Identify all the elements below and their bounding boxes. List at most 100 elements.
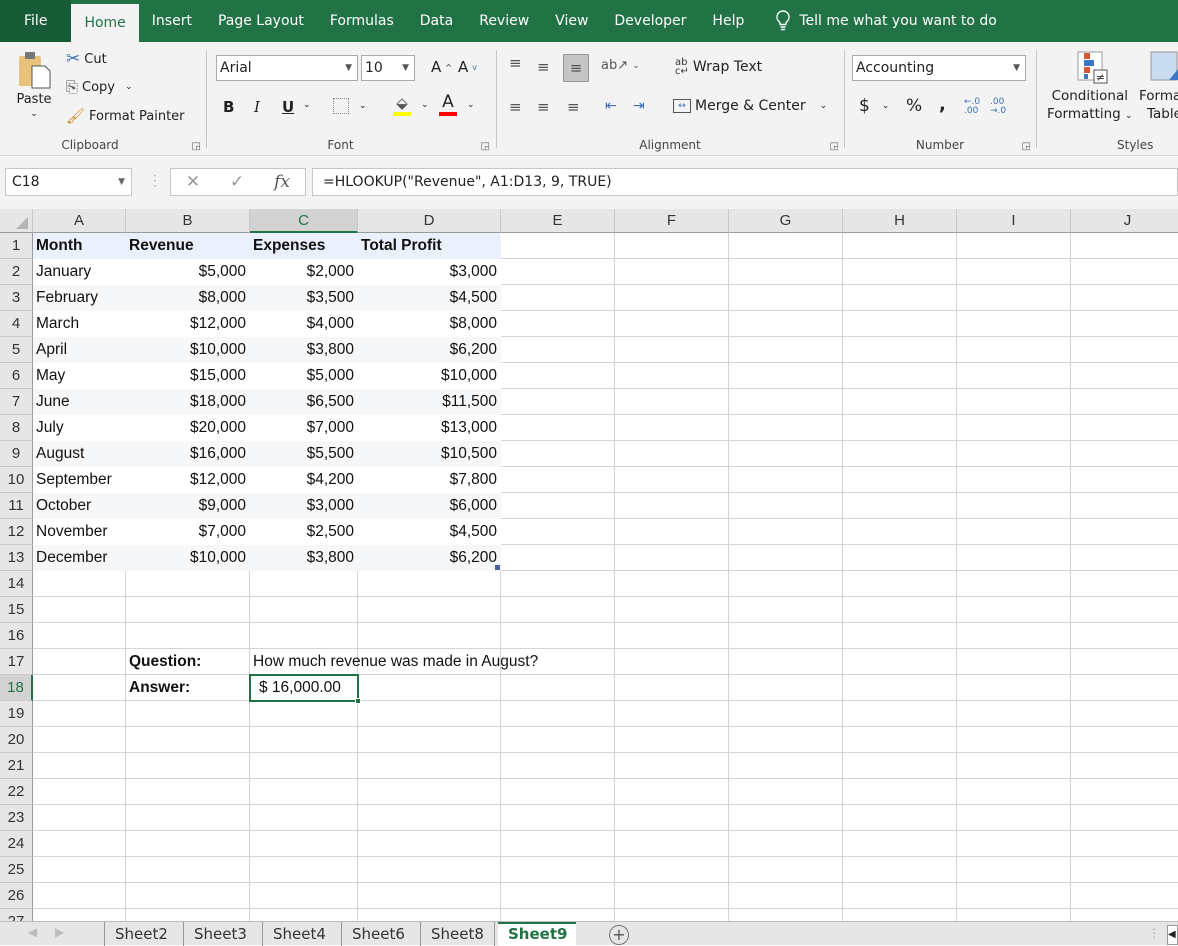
cell[interactable]: [358, 883, 501, 909]
cell[interactable]: [729, 857, 843, 883]
cell[interactable]: [615, 545, 729, 571]
cell[interactable]: [729, 389, 843, 415]
sheet-tab[interactable]: Sheet3: [183, 922, 257, 946]
tab-help[interactable]: Help: [699, 0, 757, 42]
copy-button[interactable]: ⎘ Copy ⌄: [66, 78, 133, 96]
table-cell[interactable]: $3,000: [358, 259, 501, 285]
cell[interactable]: [250, 857, 358, 883]
comma-style-button[interactable]: ,: [939, 94, 946, 115]
cell[interactable]: [501, 467, 615, 493]
cell[interactable]: [957, 883, 1071, 909]
sheet-tab[interactable]: Sheet6: [341, 922, 415, 946]
table-header-cell[interactable]: Expenses: [250, 233, 358, 259]
cell[interactable]: [615, 285, 729, 311]
cell[interactable]: [1071, 701, 1178, 727]
cell[interactable]: [126, 857, 250, 883]
cell[interactable]: [501, 805, 615, 831]
row-header-20[interactable]: 20: [0, 727, 33, 753]
cell[interactable]: [33, 857, 126, 883]
cell[interactable]: [501, 545, 615, 571]
fill-color-dropdown[interactable]: ⌄: [421, 100, 429, 110]
column-header-g[interactable]: G: [729, 209, 843, 233]
cell[interactable]: [501, 597, 615, 623]
cell[interactable]: [615, 441, 729, 467]
cell[interactable]: [250, 909, 358, 921]
cell[interactable]: [843, 675, 957, 701]
cell[interactable]: [358, 727, 501, 753]
table-cell[interactable]: $6,000: [358, 493, 501, 519]
cell[interactable]: [957, 805, 1071, 831]
cell[interactable]: [843, 597, 957, 623]
cell[interactable]: [843, 831, 957, 857]
cell[interactable]: [1071, 909, 1178, 921]
cell[interactable]: [33, 675, 126, 701]
scroll-right-icon[interactable]: ▶: [55, 925, 64, 939]
row-header-7[interactable]: 7: [0, 389, 33, 415]
cell[interactable]: [501, 831, 615, 857]
cell[interactable]: [843, 857, 957, 883]
cell[interactable]: [33, 753, 126, 779]
cell[interactable]: [250, 623, 358, 649]
column-header-h[interactable]: H: [843, 209, 957, 233]
enter-icon[interactable]: ✓: [230, 172, 244, 192]
cell[interactable]: [33, 623, 126, 649]
cell[interactable]: [501, 675, 615, 701]
cell[interactable]: [1071, 649, 1178, 675]
cell[interactable]: [729, 649, 843, 675]
cell[interactable]: [615, 571, 729, 597]
cell[interactable]: [615, 597, 729, 623]
cell[interactable]: [843, 571, 957, 597]
cell[interactable]: [501, 441, 615, 467]
cell[interactable]: [957, 571, 1071, 597]
table-cell[interactable]: $2,500: [250, 519, 358, 545]
cell[interactable]: [615, 701, 729, 727]
drag-handle-icon[interactable]: ⋮: [148, 172, 162, 189]
cell[interactable]: [126, 831, 250, 857]
cell[interactable]: [126, 597, 250, 623]
cell[interactable]: [729, 779, 843, 805]
cell[interactable]: [615, 363, 729, 389]
cell[interactable]: [729, 493, 843, 519]
table-cell[interactable]: $10,500: [358, 441, 501, 467]
table-cell[interactable]: $7,800: [358, 467, 501, 493]
cell[interactable]: [957, 701, 1071, 727]
cell[interactable]: [843, 623, 957, 649]
cell[interactable]: [501, 623, 615, 649]
cell[interactable]: [615, 467, 729, 493]
cell[interactable]: [501, 571, 615, 597]
table-cell[interactable]: $6,200: [358, 337, 501, 363]
table-cell[interactable]: $4,500: [358, 285, 501, 311]
currency-button[interactable]: $ ⌄: [859, 96, 889, 116]
table-cell[interactable]: $3,000: [250, 493, 358, 519]
cell[interactable]: [843, 493, 957, 519]
column-header-b[interactable]: B: [126, 209, 250, 233]
cell[interactable]: [1071, 623, 1178, 649]
cell[interactable]: [615, 831, 729, 857]
cell[interactable]: [729, 623, 843, 649]
row-header-2[interactable]: 2: [0, 259, 33, 285]
cell[interactable]: [501, 337, 615, 363]
insert-function-icon[interactable]: fx: [274, 172, 290, 192]
cell[interactable]: [615, 727, 729, 753]
merge-center-button[interactable]: ↔ Merge & Center ⌄: [673, 98, 827, 114]
select-all-button[interactable]: [0, 209, 33, 233]
tab-home[interactable]: Home: [71, 4, 139, 42]
font-color-dropdown[interactable]: ⌄: [467, 100, 475, 110]
cell[interactable]: [250, 831, 358, 857]
cell[interactable]: [957, 623, 1071, 649]
row-header-3[interactable]: 3: [0, 285, 33, 311]
cell[interactable]: [843, 883, 957, 909]
cell[interactable]: [615, 675, 729, 701]
table-cell[interactable]: December: [33, 545, 126, 571]
cell[interactable]: [501, 233, 615, 259]
table-resize-handle[interactable]: [495, 565, 500, 570]
cell[interactable]: [957, 337, 1071, 363]
cell[interactable]: [33, 805, 126, 831]
cell[interactable]: [615, 493, 729, 519]
cell[interactable]: [957, 909, 1071, 921]
row-header-1[interactable]: 1: [0, 233, 33, 259]
cell[interactable]: [1071, 311, 1178, 337]
font-color-button[interactable]: A: [439, 92, 457, 116]
cell[interactable]: [957, 597, 1071, 623]
cell[interactable]: [615, 909, 729, 921]
